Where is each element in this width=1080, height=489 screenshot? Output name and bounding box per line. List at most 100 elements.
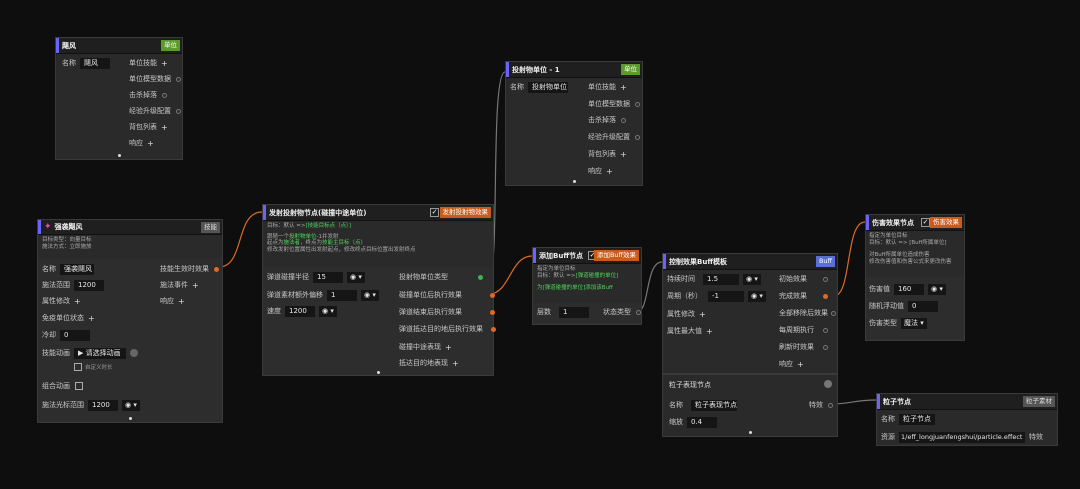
pin-port[interactable] [490, 309, 495, 315]
node-type-tag: 粒子素材 [1023, 396, 1055, 407]
node-header[interactable]: 伤害效果节点 ✓ 伤害效果 [866, 215, 964, 231]
node-header[interactable]: 飓风 单位 [56, 38, 182, 54]
resource-input[interactable]: 1/eff_longjuanfengshui/particle.effect [899, 431, 1025, 443]
pin-port[interactable] [621, 117, 626, 123]
node-header[interactable]: 发射投射物节点(碰撞中途单位) ✓ 发射投射物效果 [263, 205, 493, 221]
node-projectile-unit[interactable]: 投射物单位 - 1 单位 名称 投射物单位 单位技能 + 单位模型数据 击杀掉落 经… [505, 61, 643, 186]
pin-port[interactable] [831, 310, 836, 316]
pin-port[interactable] [491, 326, 496, 332]
node-particle-show[interactable]: 粒子表现节点 名称 粒子表现节点 缩放 0.4 特效 [662, 374, 838, 437]
add-icon[interactable]: + [147, 139, 154, 148]
node-add-buff[interactable]: 添加Buff节点 ✓ 添加Buff效果 指定为单位目标 目标：默认 =>[弹道碰… [532, 247, 642, 325]
cursor-input[interactable]: 1200 [88, 399, 118, 411]
enabled-checkbox[interactable]: ✓ [921, 218, 930, 227]
pin-port[interactable] [823, 327, 828, 333]
unit-select[interactable]: ◉ ▾ [319, 305, 337, 317]
node-strengthen-hurricane[interactable]: ✦ 强袭飓风 技能 目标类型：向量目标 施法方式：立即施放 名称 强袭飓风 施法范… [37, 219, 223, 423]
pin-label: 背包列表 [129, 123, 157, 131]
node-expand-dot[interactable] [377, 371, 380, 374]
desc-highlight: 施法者 [283, 240, 301, 246]
unit-select[interactable]: ◉ ▾ [928, 283, 946, 295]
desc-highlight: 投射物单位 [289, 233, 317, 240]
collision-radius-input[interactable]: 15 [313, 271, 343, 283]
node-expand-dot[interactable] [573, 180, 576, 183]
effect-button[interactable]: 特效 [1029, 432, 1043, 442]
node-damage[interactable]: 伤害效果节点 ✓ 伤害效果 指定为单位目标 目标：默认 => [Buff所属单位… [865, 214, 965, 341]
node-header[interactable]: ✦ 强袭飓风 技能 [38, 220, 222, 235]
custom-duration-checkbox[interactable] [74, 363, 82, 371]
pin-port[interactable] [636, 309, 641, 315]
skill-icon: ✦ [44, 222, 52, 232]
anim-select[interactable]: ▶ 请选择动画 [74, 347, 126, 359]
node-expand-dot[interactable] [129, 417, 132, 420]
unit-select[interactable]: ◉ ▾ [361, 289, 379, 301]
scale-input[interactable]: 0.4 [687, 416, 717, 428]
node-launch-projectile[interactable]: 发射投射物节点(碰撞中途单位) ✓ 发射投射物效果 目标：默认 =>[技能目标点… [262, 204, 496, 376]
pin-port[interactable] [823, 344, 828, 350]
name-input[interactable]: 飓风 [80, 57, 110, 69]
name-input[interactable]: 投射物单位 [528, 81, 568, 93]
pin-port[interactable] [478, 274, 483, 280]
node-header[interactable]: 粒子节点 粒子素材 [877, 394, 1057, 410]
enabled-checkbox[interactable]: ✓ [430, 208, 439, 217]
node-title: 伤害效果节点 [872, 218, 914, 227]
node-hurricane[interactable]: 飓风 单位 名称 飓风 单位技能 + 单位模型数据 击杀掉落 经验升级配置 背包列… [55, 37, 183, 160]
add-icon[interactable]: + [706, 327, 713, 336]
float-input[interactable]: 0 [908, 300, 938, 312]
node-expand-dot[interactable] [118, 154, 121, 157]
node-header[interactable]: 添加Buff节点 ✓ 添加Buff效果 [533, 248, 641, 264]
damage-type-select[interactable]: 魔法 ▾ [901, 317, 927, 329]
close-icon[interactable] [824, 380, 832, 388]
cooldown-input[interactable]: 0 [60, 329, 90, 341]
damage-input[interactable]: 160 [894, 283, 924, 295]
name-input[interactable]: 强袭飓风 [60, 263, 94, 275]
speed-input[interactable]: 1200 [285, 305, 315, 317]
pin-port[interactable] [162, 92, 167, 98]
node-expand-dot[interactable] [749, 431, 752, 434]
pin-label: 响应 [588, 167, 602, 175]
add-icon[interactable]: + [192, 281, 199, 290]
add-icon[interactable]: + [161, 123, 168, 132]
layers-input[interactable]: 1 [559, 306, 589, 318]
add-icon[interactable]: + [620, 150, 627, 159]
desc-line: 目标：默认 => [Buff所属单位] [869, 239, 947, 246]
node-particle[interactable]: 粒子节点 粒子素材 名称 粒子节点 资源 1/eff_longjuanfengshu… [876, 393, 1058, 446]
pin-port[interactable] [823, 293, 828, 299]
unit-select[interactable]: ◉ ▾ [122, 399, 140, 411]
node-header[interactable]: 投射物单位 - 1 单位 [506, 62, 642, 78]
range-input[interactable]: 1200 [74, 279, 104, 291]
name-input[interactable]: 粒子表现节点 [691, 399, 737, 411]
unit-select[interactable]: ◉ ▾ [743, 273, 761, 285]
node-control-buff[interactable]: 控制效果Buff模板 Buff 持续时间 1.5 ◉ ▾ 周期（秒） -1 ◉ ▾ 属性… [662, 253, 838, 374]
name-input[interactable]: 粒子节点 [899, 413, 935, 425]
scale-label: 缩放 [669, 418, 683, 426]
unit-select[interactable]: ◉ ▾ [347, 271, 365, 283]
pin-port[interactable] [176, 76, 181, 82]
add-icon[interactable]: + [620, 83, 627, 92]
pin-port[interactable] [635, 134, 640, 140]
add-icon[interactable]: + [452, 359, 459, 368]
add-icon[interactable]: + [74, 297, 81, 306]
combo-checkbox[interactable] [75, 382, 83, 390]
add-icon[interactable]: + [161, 59, 168, 68]
custom-duration-label: 自定义时长 [85, 365, 113, 371]
anim-clear-icon[interactable] [130, 349, 138, 357]
add-icon[interactable]: + [699, 310, 706, 319]
duration-input[interactable]: 1.5 [703, 273, 739, 285]
offset-input[interactable]: 1 [327, 289, 357, 301]
pin-port[interactable] [828, 402, 833, 408]
pin-port[interactable] [823, 276, 828, 282]
add-icon[interactable]: + [88, 314, 95, 323]
unit-select[interactable]: ◉ ▾ [748, 290, 766, 302]
pin-port[interactable] [214, 266, 219, 272]
pin-port[interactable] [176, 108, 181, 114]
pin-port[interactable] [635, 101, 640, 107]
period-input[interactable]: -1 [708, 290, 744, 302]
add-icon[interactable]: + [445, 343, 452, 352]
node-header[interactable]: 控制效果Buff模板 Buff [663, 254, 837, 270]
name-label: 名称 [881, 415, 895, 423]
add-icon[interactable]: + [606, 167, 613, 176]
pin-port[interactable] [490, 292, 495, 298]
add-icon[interactable]: + [797, 360, 804, 369]
add-icon[interactable]: + [178, 297, 185, 306]
